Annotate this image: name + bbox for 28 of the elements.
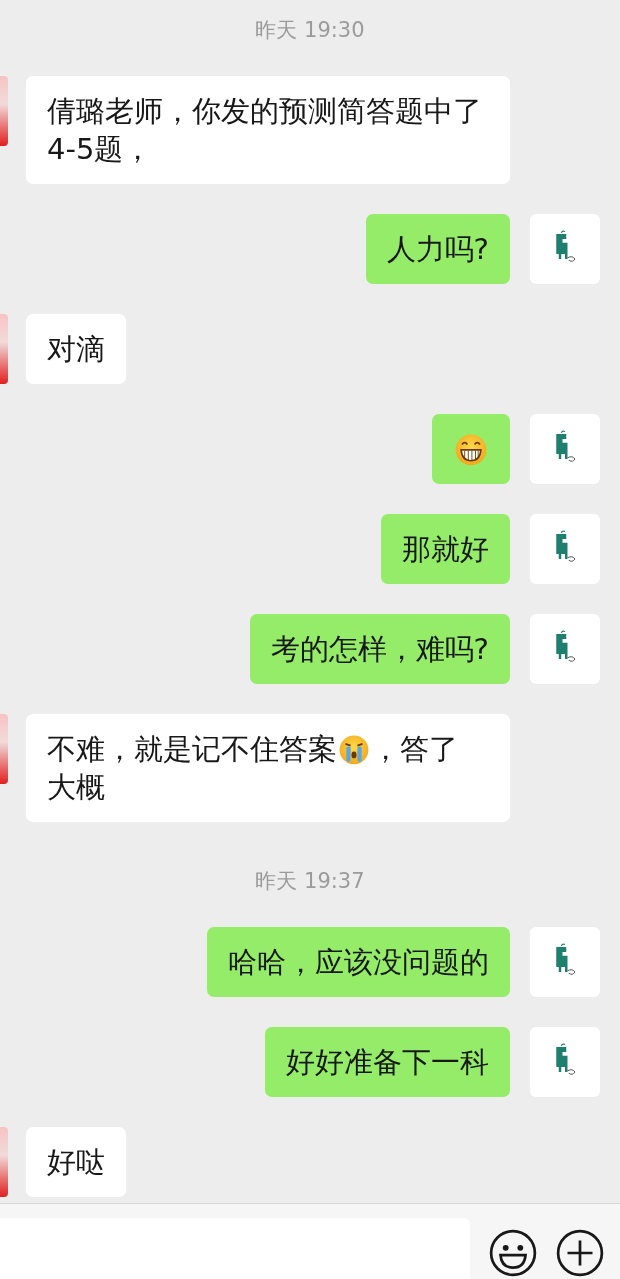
message-bubble[interactable]: 倩璐老师，你发的预测简答题中了4-5题， [26, 76, 510, 184]
message-bubble[interactable]: 考的怎样，难吗? [249, 614, 510, 684]
timestamp: 昨天 19:30 [255, 18, 365, 42]
message-bubble[interactable]: 不难，就是记不住答案 ，答了 大概 [26, 714, 510, 822]
avatar[interactable] [530, 1027, 600, 1097]
timestamp: 昨天 19:37 [255, 869, 365, 893]
avatar[interactable] [530, 927, 600, 997]
message-text: 不难，就是记不住答案 [47, 731, 337, 768]
message-bubble[interactable]: 好哒 [26, 1127, 126, 1197]
emoji-icon[interactable] [488, 1228, 538, 1278]
message-bubble[interactable]: 好好准备下一科 [265, 1027, 510, 1097]
message-bubble[interactable]: 对滴 [26, 314, 126, 384]
message-text: 大概 [47, 769, 105, 806]
avatar[interactable] [530, 614, 600, 684]
message-bubble[interactable]: 那就好 [381, 514, 510, 584]
message-text: ，答了 [371, 731, 458, 768]
message-bubble[interactable]: 人力吗? [365, 214, 510, 284]
emoji-message-bubble[interactable] [432, 414, 510, 484]
avatar[interactable] [530, 214, 600, 284]
avatar[interactable] [0, 314, 8, 384]
avatar[interactable] [530, 514, 600, 584]
message-bubble[interactable]: 哈哈，应该没问题的 [207, 927, 510, 997]
avatar[interactable] [0, 714, 8, 784]
avatar[interactable] [530, 414, 600, 484]
avatar[interactable] [0, 1127, 8, 1197]
avatar[interactable] [0, 76, 8, 146]
crying-face-icon [337, 732, 371, 766]
plus-icon[interactable] [555, 1228, 605, 1278]
